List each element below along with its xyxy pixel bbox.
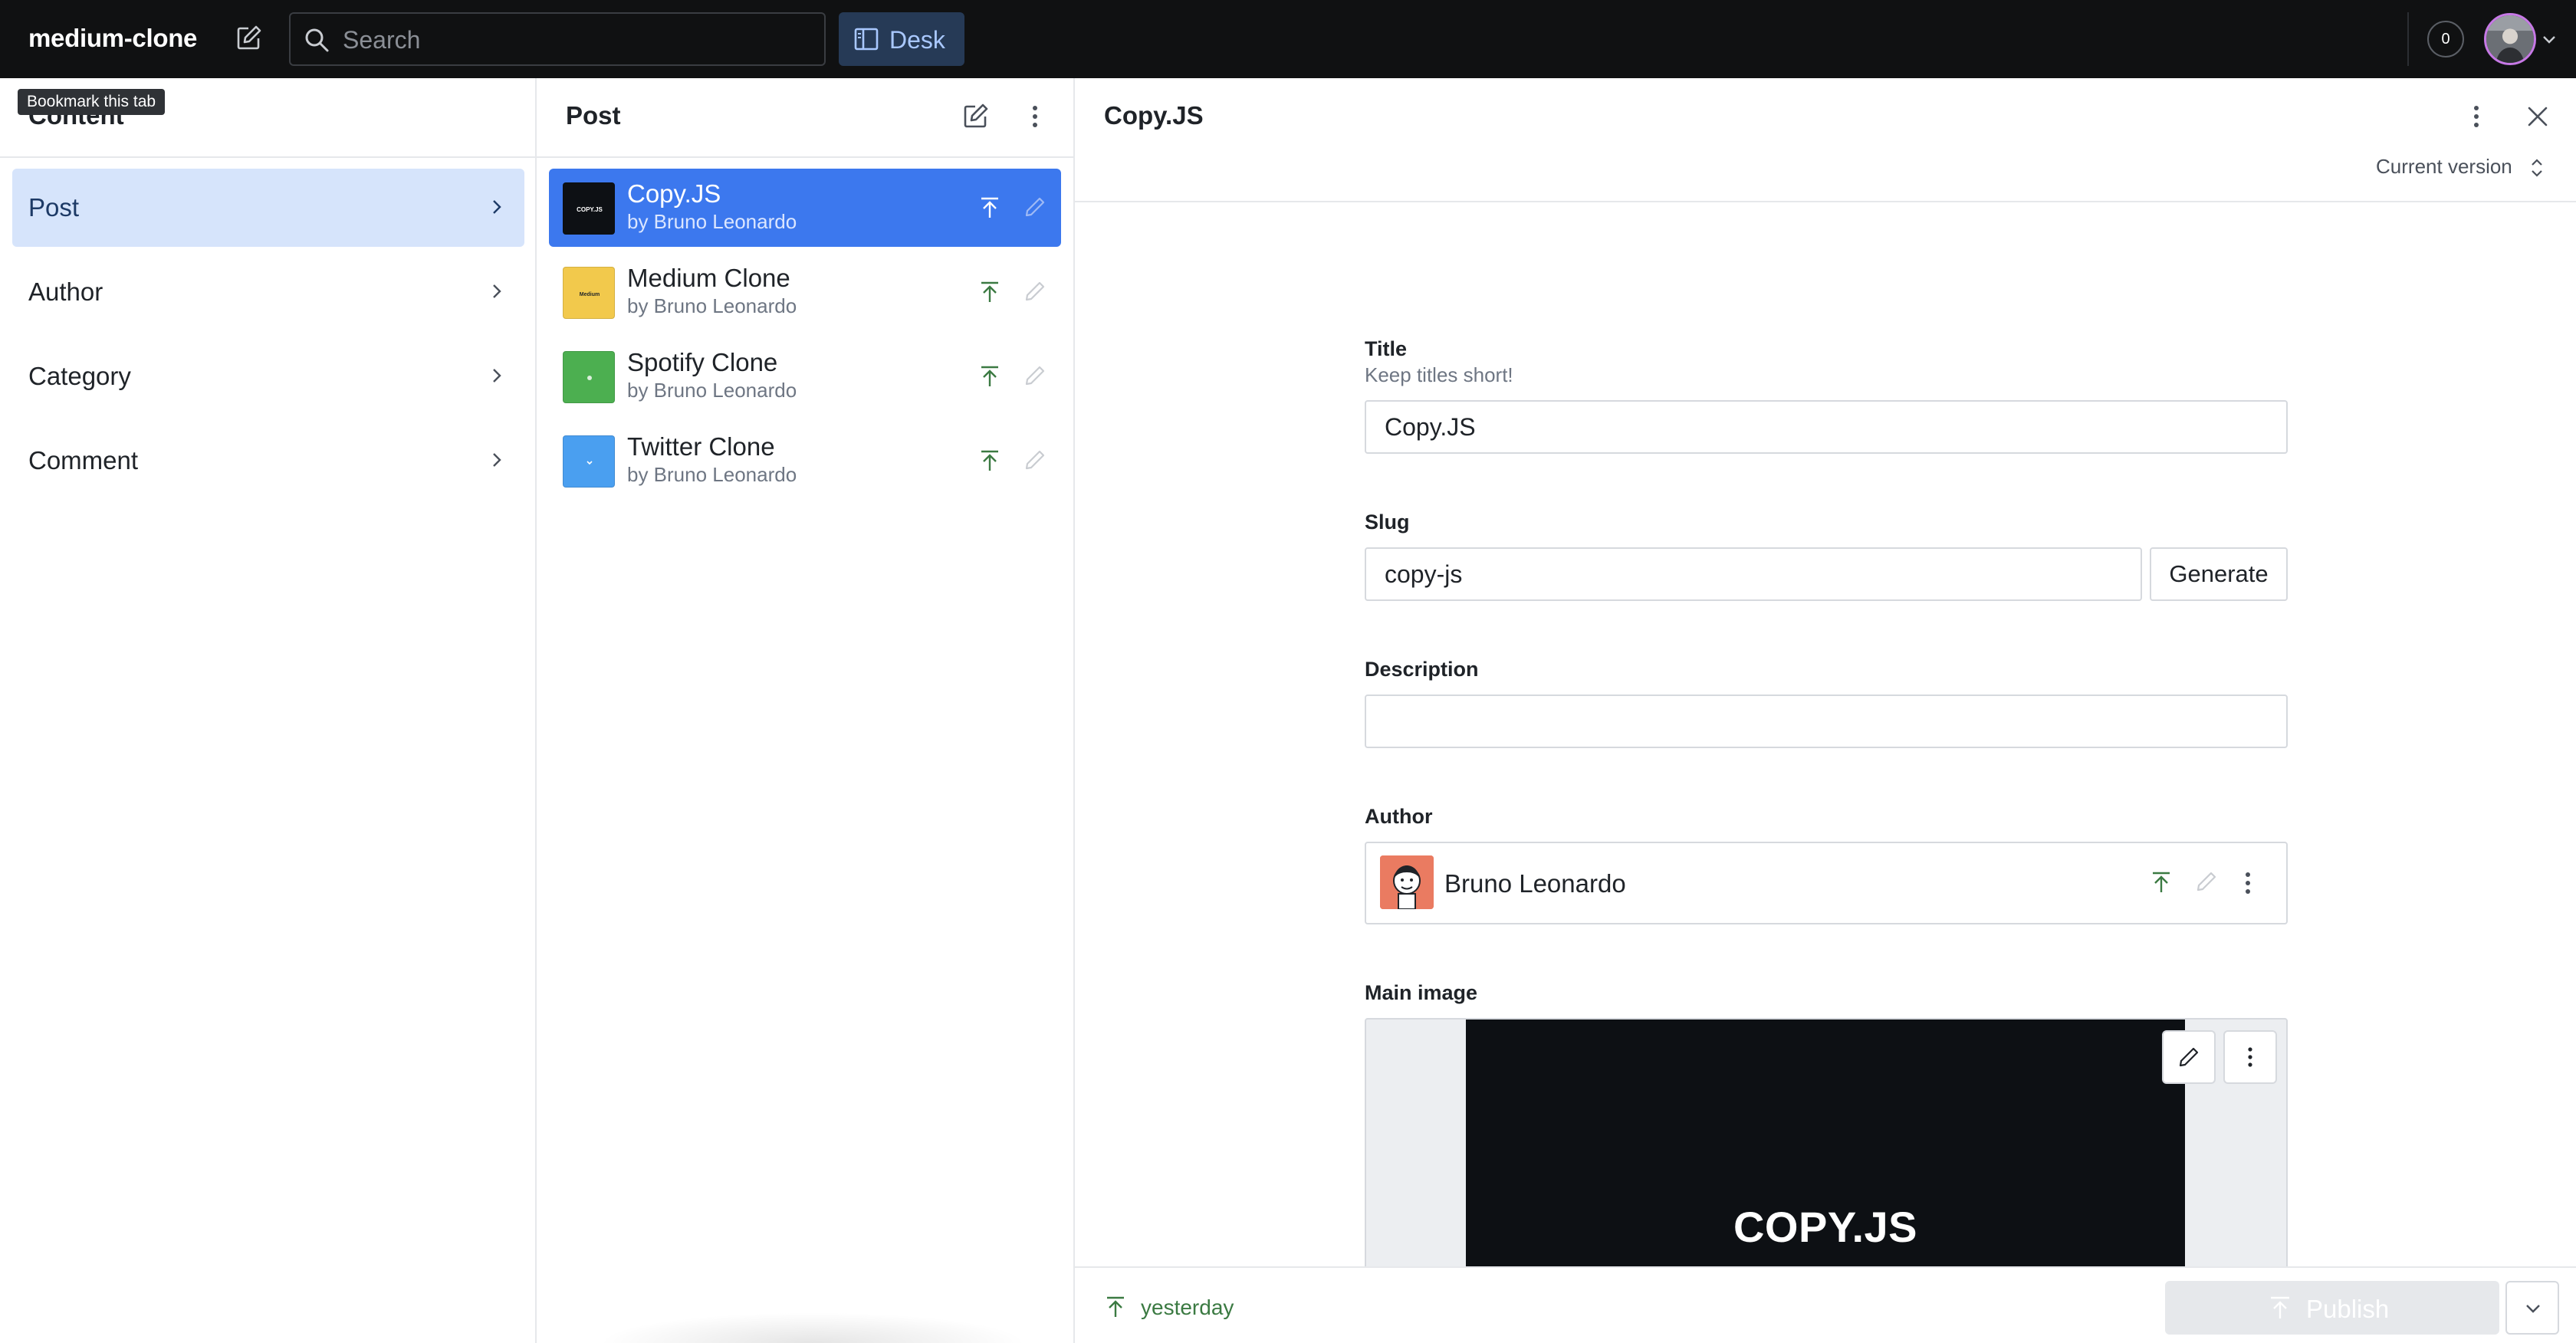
slug-field[interactable] [1365,547,2142,601]
sidebar-item-author[interactable]: Author [12,253,524,331]
document-thumbnail [563,351,615,403]
document-title: Medium Clone [627,264,790,292]
document-title: Twitter Clone [627,432,775,461]
generate-button[interactable]: Generate [2150,547,2288,601]
scroll-shadow [598,1312,1027,1343]
desk-tool-button[interactable]: Desk [839,12,964,66]
title-field[interactable] [1365,400,2288,454]
image-caption: COPY.JS [1733,1203,1918,1251]
publish-options-button[interactable] [2505,1281,2559,1335]
sidebar-item-post[interactable]: Post [12,169,524,247]
image-menu-button[interactable] [2223,1030,2277,1084]
sidebar-item-label: Comment [28,446,139,474]
publish-icon [2271,1296,2289,1318]
desk-icon [853,25,880,53]
project-name[interactable]: medium-clone [28,24,197,53]
slug-input[interactable] [1366,549,2141,599]
pencil-icon [2194,869,2219,894]
document-subtitle: by Bruno Leonardo [627,463,797,486]
bookmark-tooltip: Bookmark this tab [18,89,166,115]
document-thumbnail [563,435,615,488]
sidebar-item-comment[interactable]: Comment [12,422,524,500]
version-selector[interactable]: Current version [2376,155,2545,179]
edit-image-button[interactable] [2162,1030,2216,1084]
publish-icon [977,363,1003,389]
list-item[interactable]: Spotify Clone by Bruno Leonardo [549,337,1061,415]
kebab-menu-icon[interactable] [2233,868,2263,898]
description-field[interactable] [1365,694,2288,748]
publish-icon [2148,869,2174,895]
post-list-pane: Post COPY.JS Copy.JS by Bruno Leonardo M… [537,78,1075,1343]
field-label: Author [1365,805,1433,828]
pencil-icon [1023,448,1047,472]
publish-icon [977,448,1003,474]
notification-badge[interactable]: 0 [2427,21,2464,57]
content-pane: Content Post Author Category Comment [0,78,537,1343]
publish-icon [977,195,1003,221]
document-subtitle: by Bruno Leonardo [627,379,797,402]
list-item[interactable]: COPY.JS Copy.JS by Bruno Leonardo [549,169,1061,247]
search-box[interactable] [289,12,826,66]
divider [537,156,1073,158]
pane-title: Post [566,101,621,130]
close-icon[interactable] [2522,101,2553,132]
description-input[interactable] [1366,696,2286,747]
user-avatar[interactable] [2484,13,2536,65]
compose-icon[interactable] [960,101,991,132]
thumbnail-text: COPY.JS [577,206,603,213]
field-label: Title [1365,337,1408,360]
publish-icon [1102,1294,1129,1320]
divider [1075,201,2576,202]
chevron-down-icon[interactable] [2539,29,2559,49]
author-reference[interactable]: Bruno Leonardo [1365,842,2288,924]
pencil-icon [1023,195,1047,219]
compose-icon[interactable] [233,23,264,54]
list-item[interactable]: Medium Medium Clone by Bruno Leonardo [549,253,1061,331]
chevron-right-icon [486,365,508,386]
divider [0,156,535,158]
publish-icon [977,279,1003,305]
document-title: Spotify Clone [627,348,778,376]
document-title: Copy.JS [1104,101,1204,130]
publish-button[interactable]: Publish [2165,1281,2499,1335]
search-input[interactable] [343,21,803,58]
up-down-icon [2528,156,2545,179]
kebab-menu-icon[interactable] [2461,101,2492,132]
pencil-icon [1023,279,1047,304]
sidebar-item-label: Author [28,277,104,306]
version-label: Current version [2376,155,2512,178]
field-label: Main image [1365,981,1478,1004]
document-footer: yesterday Publish [1075,1266,2576,1343]
document-thumbnail: COPY.JS [563,182,615,235]
document-subtitle: by Bruno Leonardo [627,210,797,233]
desk-label: Desk [889,26,945,54]
kebab-menu-icon[interactable] [1020,101,1050,132]
field-label: Description [1365,658,1479,681]
document-title: Copy.JS [627,179,721,208]
pencil-icon [1023,363,1047,388]
author-name: Bruno Leonardo [1444,869,1626,898]
field-description: Keep titles short! [1365,363,1513,386]
document-thumbnail: Medium [563,267,615,319]
sidebar-item-label: Post [28,193,80,222]
chevron-right-icon [486,449,508,471]
search-icon [303,26,330,54]
publish-status: yesterday [1141,1295,1234,1319]
title-input[interactable] [1366,402,2286,452]
sidebar-item-category[interactable]: Category [12,337,524,415]
chevron-right-icon [486,281,508,302]
chevron-right-icon [486,196,508,218]
divider [2407,12,2409,66]
document-pane: Copy.JS Current version Title Keep title… [1075,78,2576,1343]
top-bar: medium-clone Desk 0 [0,0,2576,78]
chevron-down-icon [2526,1305,2540,1313]
publish-label: Publish [2306,1295,2390,1323]
list-item[interactable]: Twitter Clone by Bruno Leonardo [549,422,1061,500]
field-label: Slug [1365,511,1410,534]
thumbnail-text: Medium [580,292,600,297]
document-subtitle: by Bruno Leonardo [627,294,797,317]
sidebar-item-label: Category [28,362,131,390]
author-avatar [1380,855,1434,909]
